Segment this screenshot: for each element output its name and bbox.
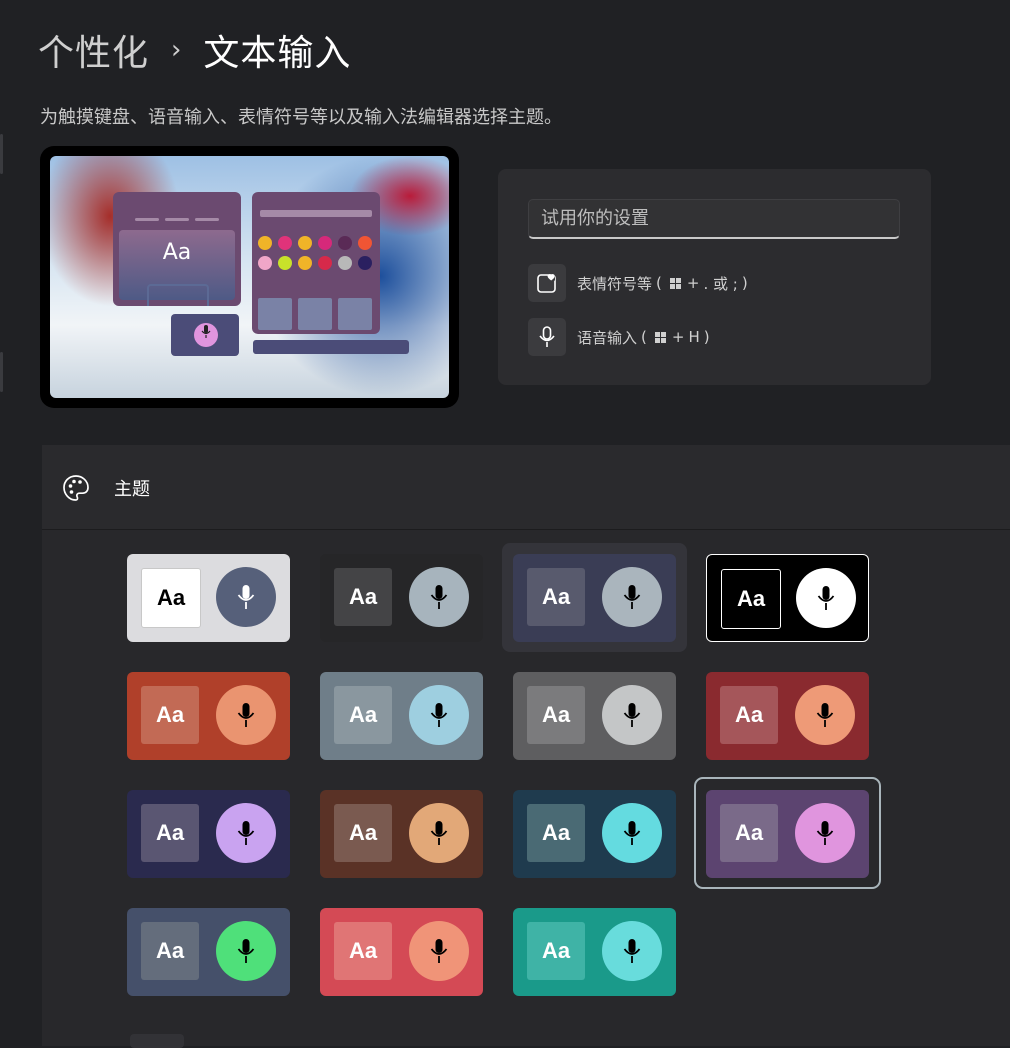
microphone-icon — [528, 318, 566, 356]
theme-sample-text: Aa — [720, 686, 778, 744]
paren-close: ) — [703, 328, 710, 346]
page-description: 为触摸键盘、语音输入、表情符号等以及输入法编辑器选择主题。 — [40, 107, 562, 128]
paren-open: ( — [641, 328, 647, 346]
page-title: 文本输入 — [203, 33, 352, 74]
microphone-icon — [602, 685, 662, 745]
preview-voice-typing — [171, 314, 239, 356]
paren-open: ( — [656, 274, 662, 292]
theme-section-header[interactable]: 主题 — [42, 445, 1010, 530]
microphone-icon — [194, 323, 218, 347]
preview-wallpaper: Aa — [50, 156, 449, 398]
microphone-icon — [216, 567, 276, 627]
palette-icon — [62, 474, 90, 506]
rail-marker — [0, 352, 3, 392]
theme-preview: Aa — [40, 146, 459, 408]
breadcrumb-separator: › — [171, 35, 182, 65]
theme-option[interactable]: Aa — [320, 672, 483, 760]
try-settings-input[interactable] — [528, 199, 900, 239]
microphone-icon — [795, 803, 855, 863]
theme-sample-text: Aa — [527, 922, 585, 980]
theme-option[interactable]: Aa — [706, 790, 869, 878]
voice-shortcut[interactable]: 语音输入 ( + H ) — [528, 318, 710, 356]
theme-option[interactable]: Aa — [320, 554, 483, 642]
theme-option[interactable]: Aa — [513, 790, 676, 878]
theme-option[interactable]: Aa — [513, 672, 676, 760]
try-settings-panel: 表情符号等 ( + . 或 ; ) 语音输入 ( + H ) — [498, 169, 931, 385]
microphone-icon — [795, 685, 855, 745]
voice-shortcut-keys: H — [688, 328, 700, 346]
voice-shortcut-label: 语音输入 — [577, 328, 638, 347]
microphone-icon — [602, 803, 662, 863]
microphone-icon — [409, 921, 469, 981]
microphone-icon — [796, 568, 856, 628]
microphone-icon — [602, 567, 662, 627]
theme-option[interactable]: Aa — [127, 790, 290, 878]
theme-sample-text: Aa — [334, 686, 392, 744]
preview-keyboard-label: Aa — [162, 240, 192, 265]
theme-sample-text: Aa — [334, 804, 392, 862]
preview-emoji-panel — [252, 192, 380, 334]
theme-sample-text: Aa — [527, 568, 585, 626]
theme-option[interactable]: Aa — [320, 908, 483, 996]
theme-option[interactable]: Aa — [127, 554, 290, 642]
theme-option[interactable]: Aa — [706, 554, 869, 642]
theme-option[interactable]: Aa — [706, 672, 869, 760]
theme-sample-text: Aa — [721, 569, 781, 629]
theme-option[interactable]: Aa — [320, 790, 483, 878]
theme-sample-text: Aa — [334, 568, 392, 626]
theme-sample-text: Aa — [141, 922, 199, 980]
breadcrumb-parent[interactable]: 个性化 — [38, 24, 149, 76]
microphone-icon — [409, 685, 469, 745]
emoji-shortcut-keys: . 或 ; — [703, 274, 738, 293]
plus-sign: + — [686, 274, 700, 292]
theme-option[interactable]: Aa — [127, 908, 290, 996]
microphone-icon — [409, 803, 469, 863]
microphone-icon — [216, 803, 276, 863]
theme-option[interactable]: Aa — [127, 672, 290, 760]
theme-sample-text: Aa — [527, 804, 585, 862]
theme-sample-text: Aa — [141, 568, 201, 628]
emoji-shortcut[interactable]: 表情符号等 ( + . 或 ; ) — [528, 264, 748, 302]
microphone-icon — [216, 685, 276, 745]
paren-close: ) — [741, 274, 748, 292]
theme-sample-text: Aa — [527, 686, 585, 744]
emoji-shortcut-label: 表情符号等 — [577, 274, 653, 293]
rail-marker — [0, 134, 3, 174]
left-rail — [0, 0, 4, 1046]
windows-key-icon — [669, 277, 681, 289]
theme-sample-text: Aa — [141, 804, 199, 862]
breadcrumb: 个性化 › 文本输入 — [38, 26, 351, 74]
windows-key-icon — [654, 331, 666, 343]
preview-keyboard: Aa — [113, 192, 241, 306]
theme-sample-text: Aa — [720, 804, 778, 862]
theme-option[interactable]: Aa — [513, 908, 676, 996]
preview-candidate-bar — [253, 340, 409, 354]
theme-option[interactable]: Aa — [513, 554, 676, 642]
theme-sample-text: Aa — [141, 686, 199, 744]
theme-sample-text: Aa — [334, 922, 392, 980]
theme-section-title: 主题 — [114, 479, 150, 500]
microphone-icon — [602, 921, 662, 981]
microphone-icon — [409, 567, 469, 627]
plus-sign: + — [671, 328, 685, 346]
emoji-heart-icon — [528, 264, 566, 302]
microphone-icon — [216, 921, 276, 981]
